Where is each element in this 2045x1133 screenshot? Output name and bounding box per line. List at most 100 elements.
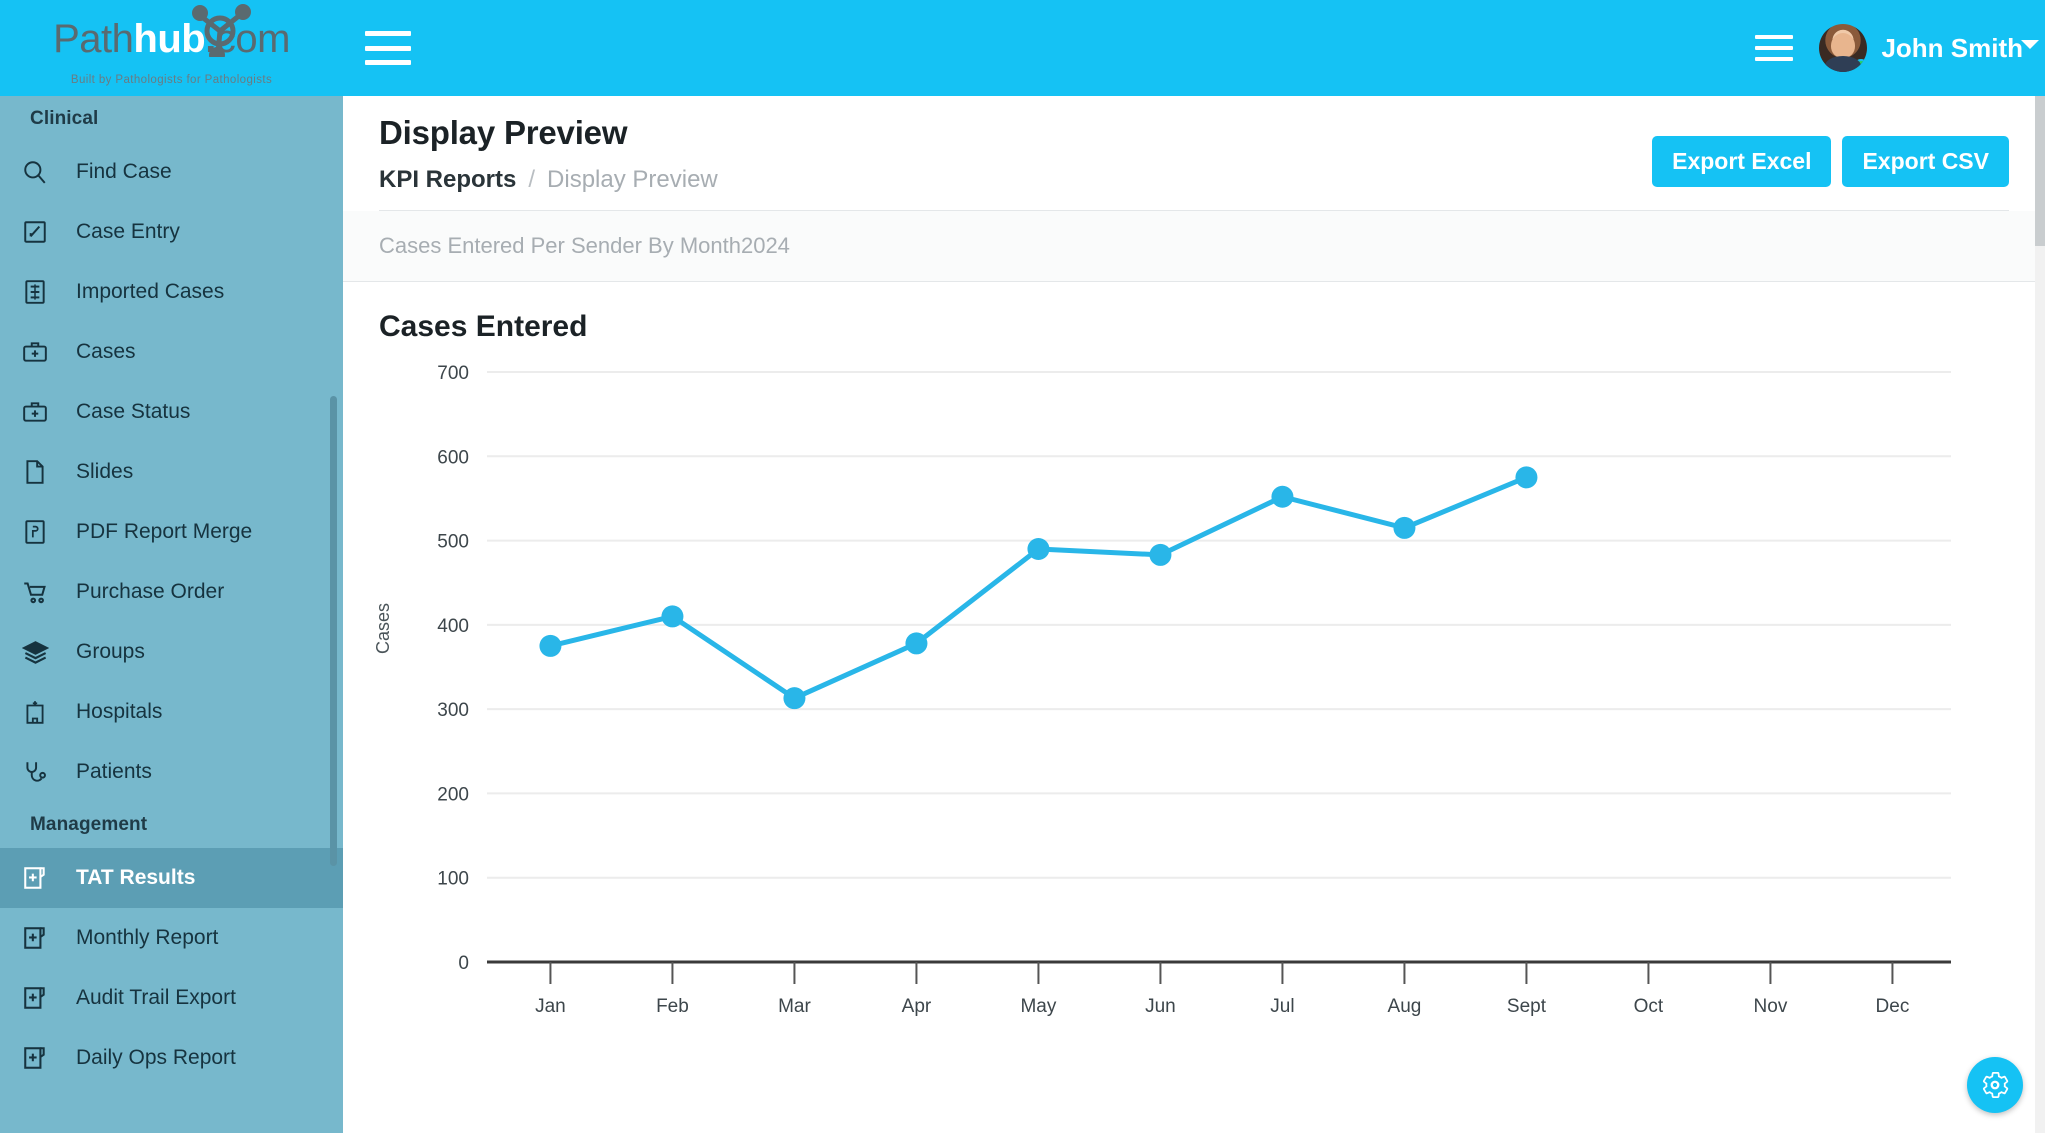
sidebar-item-label: Purchase Order	[76, 580, 225, 603]
sidebar-item-cases[interactable]: Cases	[0, 322, 343, 382]
stethoscope-icon	[22, 759, 64, 785]
sidebar-nav: Clinical Find Case Case Entry Imported C…	[0, 96, 343, 1133]
layers-icon	[22, 639, 64, 666]
sidebar-item-monthly-report[interactable]: Monthly Report	[0, 908, 343, 968]
sidebar-item-imported-cases[interactable]: Imported Cases	[0, 262, 343, 322]
sidebar-item-hospitals[interactable]: Hospitals	[0, 682, 343, 742]
sidebar-item-pdf-report-merge[interactable]: PDF Report Merge	[0, 502, 343, 562]
y-axis-tick-label: 400	[437, 616, 469, 637]
settings-fab-button[interactable]	[1967, 1057, 2023, 1113]
sidebar-item-label: Imported Cases	[76, 280, 225, 303]
sidebar-item-daily-ops-report[interactable]: Daily Ops Report	[0, 1028, 343, 1088]
sidebar-item-label: Find Case	[76, 160, 172, 183]
breadcrumb-parent-link[interactable]: KPI Reports	[379, 166, 516, 194]
chart-data-point[interactable]	[905, 632, 928, 655]
hamburger-icon-bar	[365, 60, 411, 65]
x-axis-tick-label: Sept	[1507, 996, 1547, 1017]
x-axis-tick-label: Oct	[1634, 996, 1664, 1017]
chart-data-point[interactable]	[783, 687, 806, 710]
sidebar-item-label: TAT Results	[76, 866, 196, 889]
header-divider	[379, 210, 2009, 211]
chart-data-point[interactable]	[1149, 543, 1172, 566]
report-subtitle: Cases Entered Per Sender By Month2024	[343, 211, 2045, 282]
medical-case-icon	[22, 339, 64, 365]
search-icon	[22, 159, 64, 185]
logo-wordmark: Pathhub.com	[22, 17, 322, 61]
export-csv-button[interactable]: Export CSV	[1842, 136, 2009, 187]
sidebar-item-purchase-order[interactable]: Purchase Order	[0, 562, 343, 622]
sidebar-scrollbar[interactable]	[330, 396, 337, 866]
sidebar-item-tat-results[interactable]: TAT Results	[0, 848, 343, 908]
y-axis-tick-label: 100	[437, 869, 469, 890]
online-status-indicator	[1854, 59, 1868, 72]
pencil-square-icon	[22, 219, 64, 245]
chart-data-point[interactable]	[661, 605, 684, 628]
app-root: Pathhub.com Built by Pathologists for Pa…	[0, 0, 2045, 1133]
sidebar-item-patients[interactable]: Patients	[0, 742, 343, 802]
y-axis-tick-label: 600	[437, 447, 469, 468]
sidebar-item-groups[interactable]: Groups	[0, 622, 343, 682]
chart-data-point[interactable]	[1393, 516, 1416, 539]
logo-text-path: Path	[53, 16, 134, 61]
chart-y-axis-label: Cases	[373, 602, 393, 654]
user-menu[interactable]: John Smith	[1819, 24, 2039, 72]
user-name-label: John Smith	[1881, 32, 2023, 63]
sidebar-section-management: Management	[30, 814, 148, 835]
medical-case-icon	[22, 399, 64, 425]
body-row: Clinical Find Case Case Entry Imported C…	[0, 96, 2045, 1133]
x-axis-tick-label: Dec	[1876, 996, 1910, 1017]
header-actions: Export Excel Export CSV	[1652, 136, 2009, 187]
sidebar-item-label: Case Status	[76, 400, 191, 423]
sidebar-item-label: Groups	[76, 640, 145, 663]
molecule-icon	[191, 3, 251, 57]
sidebar-section-clinical: Clinical	[30, 108, 99, 129]
cases-entered-line-chart[interactable]: 0 100 200 300 400 500 600 700 Jan Feb Mar Apr May Jun…	[379, 354, 1979, 1054]
report-add-icon	[22, 985, 64, 1011]
sidebar-item-slides[interactable]: Slides	[0, 442, 343, 502]
page-scrollbar-track[interactable]	[2035, 96, 2045, 1133]
y-axis-tick-label: 700	[437, 363, 469, 384]
logo-tagline: Built by Pathologists for Pathologists	[70, 73, 273, 86]
x-axis-tick-label: Feb	[656, 996, 689, 1017]
y-axis-tick-label: 300	[437, 700, 469, 721]
document-icon	[22, 459, 64, 485]
breadcrumb-current: Display Preview	[547, 166, 718, 193]
chevron-down-icon[interactable]	[2021, 40, 2039, 49]
hamburger-icon-bar	[1755, 57, 1794, 61]
sidebar-item-label: Slides	[76, 460, 134, 483]
export-excel-button[interactable]: Export Excel	[1652, 136, 1832, 187]
sidebar-item-label: Case Entry	[76, 220, 180, 243]
y-axis-tick-label: 0	[458, 953, 469, 974]
sidebar-item-case-status[interactable]: Case Status	[0, 382, 343, 442]
hamburger-icon-bar	[1755, 46, 1794, 50]
y-axis-tick-label: 200	[437, 784, 469, 805]
sidebar-item-label: Daily Ops Report	[76, 1046, 236, 1069]
sidebar-item-audit-trail-export[interactable]: Audit Trail Export	[0, 968, 343, 1028]
sidebar-item-case-entry[interactable]: Case Entry	[0, 202, 343, 262]
chart-data-point[interactable]	[1027, 538, 1050, 560]
sidebar-item-find-case[interactable]: Find Case	[0, 142, 343, 202]
sidebar-item-label: Hospitals	[76, 700, 163, 723]
avatar	[1819, 24, 1868, 72]
x-axis-tick-label: Jul	[1270, 996, 1294, 1017]
x-axis-tick-label: Aug	[1388, 996, 1422, 1017]
hospital-icon	[22, 699, 64, 725]
chart-card: Cases Entered Cases 0 100 200 300 400 500 600 7…	[343, 282, 2045, 1094]
brand-logo[interactable]: Pathhub.com Built by Pathologists for Pa…	[0, 0, 343, 96]
gear-icon	[1982, 1072, 2009, 1098]
sidebar-item-label: Cases	[76, 340, 136, 363]
top-header-bar: Pathhub.com Built by Pathologists for Pa…	[0, 0, 2045, 96]
chart-area: Cases 0 100 200 300 400 500 600 700 Jan Feb Mar Apr…	[373, 354, 1979, 1094]
chart-data-point[interactable]	[1515, 466, 1538, 489]
report-add-icon	[22, 925, 64, 951]
hamburger-icon-bar	[1755, 35, 1794, 39]
sidebar-toggle-button[interactable]	[365, 31, 411, 65]
page-scrollbar-thumb[interactable]	[2035, 96, 2045, 246]
report-add-icon	[22, 865, 64, 891]
report-add-icon	[22, 1045, 64, 1071]
chart-data-point[interactable]	[1271, 485, 1294, 508]
logo-mark: Pathhub.com	[22, 3, 322, 73]
chart-title: Cases Entered	[379, 310, 588, 343]
chart-data-point[interactable]	[539, 634, 562, 657]
topbar-menu-button[interactable]	[1755, 35, 1794, 61]
